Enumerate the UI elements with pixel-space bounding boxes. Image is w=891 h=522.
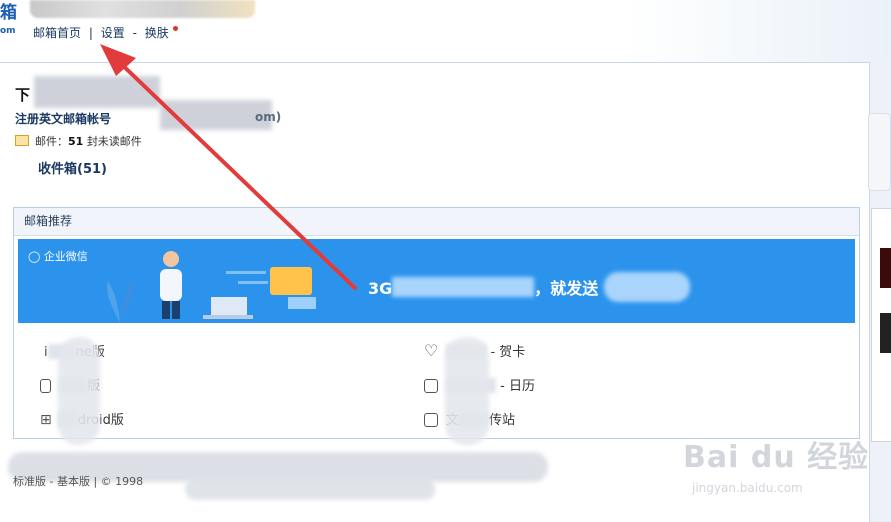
baidu-watermark-url: jingyan.baidu.com: [692, 481, 803, 495]
baidu-watermark: Bai du 经验: [683, 440, 870, 475]
